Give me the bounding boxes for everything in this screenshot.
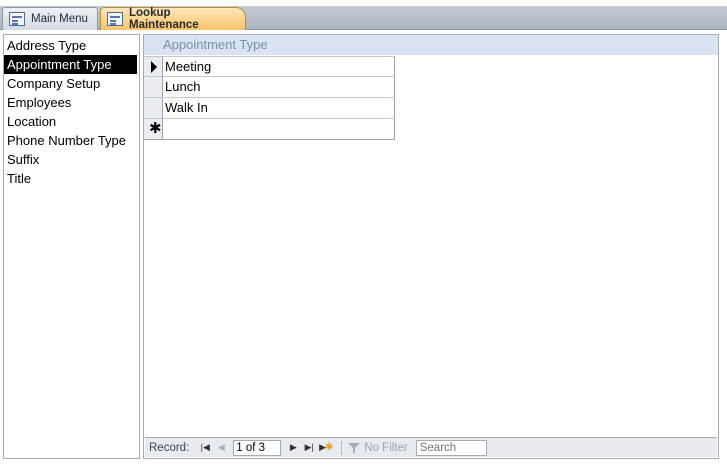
list-item-company-setup[interactable]: Company Setup <box>4 74 139 93</box>
list-item-employees[interactable]: Employees <box>4 93 139 112</box>
table-cell[interactable]: Meeting <box>163 56 395 77</box>
filter-toggle[interactable]: No Filter <box>348 441 408 454</box>
record-label: Record: <box>149 441 190 454</box>
list-item-location[interactable]: Location <box>4 112 139 131</box>
tab-main-menu-label: Main Menu <box>31 13 88 25</box>
tab-strip-top-edge <box>0 0 727 6</box>
tab-lookup-maintenance[interactable]: Lookup Maintenance <box>100 7 246 31</box>
form-icon <box>9 12 25 26</box>
datasheet-subform: Appointment Type Meeting Lunch Walk In ✱… <box>143 34 719 459</box>
tab-main-menu[interactable]: Main Menu <box>2 7 98 30</box>
list-item-suffix[interactable]: Suffix <box>4 150 139 169</box>
list-item-appointment-type[interactable]: Appointment Type <box>4 55 137 74</box>
new-record-icon[interactable]: ▶ ✱ <box>317 440 335 456</box>
record-selector[interactable] <box>144 98 163 119</box>
filter-label: No Filter <box>364 441 408 454</box>
next-record-icon[interactable]: ▶ <box>285 440 301 456</box>
funnel-icon <box>348 442 361 454</box>
last-record-icon[interactable]: ▶| <box>301 440 317 456</box>
previous-record-icon[interactable]: ◀ <box>213 440 229 456</box>
new-record-asterisk-icon: ✱ <box>149 120 162 137</box>
table-cell[interactable]: Walk In <box>163 98 395 119</box>
current-record-arrow-icon <box>151 61 157 73</box>
tab-lookup-maintenance-label: Lookup Maintenance <box>129 7 199 31</box>
lookup-list-box[interactable]: Address Type Appointment Type Company Se… <box>3 34 140 459</box>
record-selector[interactable] <box>144 56 163 77</box>
record-navigation-bar: Record: |◀ ◀ ▶ ▶| ▶✱ No Filter <box>145 437 717 457</box>
record-selector[interactable]: ✱ <box>144 119 163 140</box>
document-tab-strip: Main Menu Lookup Maintenance <box>0 0 727 31</box>
table-cell[interactable]: Lunch <box>163 77 395 98</box>
search-input[interactable] <box>415 439 487 456</box>
list-item-address-type[interactable]: Address Type <box>4 36 139 55</box>
current-record-field[interactable] <box>233 439 282 456</box>
first-record-icon[interactable]: |◀ <box>197 440 213 456</box>
list-item-title[interactable]: Title <box>4 169 139 188</box>
column-header-appointment-type[interactable]: Appointment Type <box>144 35 718 55</box>
nav-separator <box>341 440 343 455</box>
new-record-cell[interactable] <box>163 119 395 140</box>
record-selector[interactable] <box>144 77 163 98</box>
form-icon <box>107 12 123 26</box>
list-item-phone-number-type[interactable]: Phone Number Type <box>4 131 139 150</box>
